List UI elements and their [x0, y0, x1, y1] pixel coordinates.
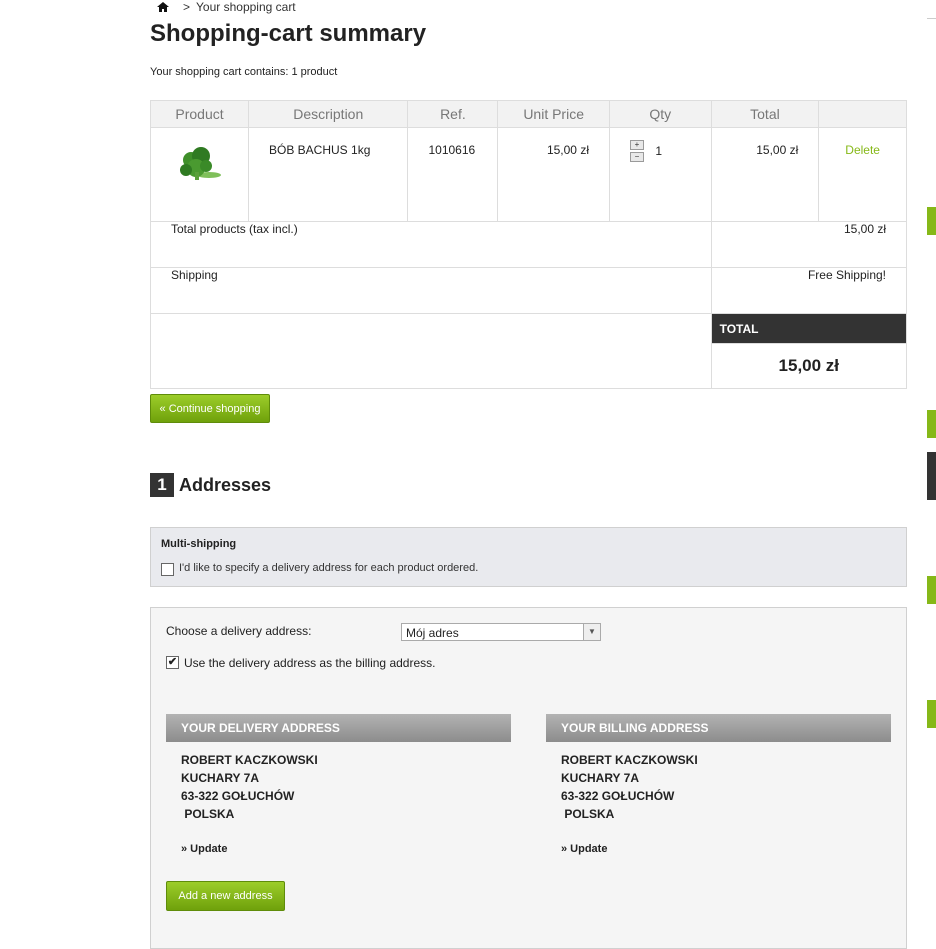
- billing-address-line: ROBERT KACZKOWSKI: [561, 753, 698, 767]
- address-box: Choose a delivery address: Mój adres ▼ ✔…: [150, 607, 907, 949]
- product-total: 15,00 zł: [710, 127, 820, 222]
- step-number-badge: 1: [150, 473, 174, 497]
- sidebar-green-block[interactable]: [927, 700, 936, 728]
- continue-shopping-button[interactable]: « Continue shopping: [150, 394, 270, 423]
- column-header-ref: Ref.: [407, 100, 499, 128]
- column-header-description: Description: [247, 100, 409, 128]
- column-header-unit-price: Unit Price: [497, 100, 610, 128]
- delivery-address-line: POLSKA: [181, 807, 235, 821]
- cart-count-text: Your shopping cart contains: 1 product: [150, 66, 338, 78]
- quantity-stepper: + − 1: [608, 127, 712, 222]
- delete-link[interactable]: Delete: [818, 127, 907, 222]
- table-row: BÓB BACHUS 1kg 1010616 15,00 zł + − 1 15…: [150, 127, 907, 222]
- breadcrumb: > Your shopping cart: [157, 0, 296, 14]
- column-header-product: Product: [150, 100, 249, 128]
- multi-shipping-label[interactable]: I'd like to specify a delivery address f…: [179, 562, 478, 574]
- qty-value: 1: [655, 144, 663, 158]
- delivery-address-heading: YOUR DELIVERY ADDRESS: [166, 714, 511, 742]
- total-products-label: Total products (tax incl.): [150, 221, 712, 268]
- delivery-address-line: KUCHARY 7A: [181, 771, 260, 785]
- total-products-value: 15,00 zł: [710, 221, 908, 268]
- multi-shipping-title: Multi-shipping: [161, 538, 237, 550]
- breadcrumb-current: Your shopping cart: [196, 0, 296, 14]
- delivery-address-line: 63-322 GOŁUCHÓW: [181, 789, 295, 803]
- column-header-total: Total: [710, 100, 820, 128]
- table-header-row: Product Description Ref. Unit Price Qty …: [150, 100, 907, 128]
- billing-address-line: 63-322 GOŁUCHÓW: [561, 789, 675, 803]
- total-spacer: [150, 313, 712, 389]
- shipping-row: Shipping Free Shipping!: [150, 267, 908, 314]
- cart-table: Product Description Ref. Unit Price Qty …: [150, 100, 908, 389]
- product-description[interactable]: BÓB BACHUS 1kg: [247, 127, 409, 222]
- page-title: Shopping-cart summary: [150, 20, 427, 47]
- product-unit-price: 15,00 zł: [497, 127, 610, 222]
- billing-address-line: KUCHARY 7A: [561, 771, 640, 785]
- choose-address-label: Choose a delivery address:: [166, 624, 312, 638]
- sidebar-green-block[interactable]: [927, 410, 936, 438]
- multi-shipping-checkbox[interactable]: [161, 563, 174, 576]
- selected-address-value: Mój adres: [406, 626, 459, 640]
- billing-address-heading: YOUR BILLING ADDRESS: [546, 714, 891, 742]
- sidebar-dark-block: [927, 452, 936, 500]
- product-image-cell: [150, 127, 249, 222]
- sidebar-green-block[interactable]: [927, 576, 936, 604]
- total-value: 15,00 zł: [710, 343, 908, 389]
- multi-shipping-box: Multi-shipping I'd like to specify a del…: [150, 527, 907, 587]
- billing-address-card: YOUR BILLING ADDRESS ROBERT KACZKOWSKI K…: [546, 714, 891, 855]
- same-billing-checkbox[interactable]: ✔: [166, 656, 179, 669]
- chevron-down-icon[interactable]: ▼: [583, 624, 600, 640]
- delivery-address-select[interactable]: Mój adres ▼: [401, 623, 601, 641]
- addresses-title: Addresses: [179, 474, 272, 495]
- same-billing-label[interactable]: Use the delivery address as the billing …: [184, 656, 435, 670]
- total-products-row: Total products (tax incl.) 15,00 zł: [150, 221, 908, 268]
- column-header-qty: Qty: [608, 100, 712, 128]
- billing-address-line: POLSKA: [561, 807, 615, 821]
- sidebar-divider: [927, 18, 936, 19]
- addresses-step-heading: 1 Addresses: [150, 473, 271, 497]
- column-header-actions: [818, 100, 907, 128]
- delivery-address-line: ROBERT KACZKOWSKI: [181, 753, 318, 767]
- qty-decrease-button[interactable]: −: [629, 152, 644, 162]
- delivery-update-link[interactable]: » Update: [181, 843, 511, 855]
- billing-update-link[interactable]: » Update: [561, 843, 891, 855]
- sidebar-green-block[interactable]: [927, 207, 936, 235]
- right-sidebar-edge: [927, 0, 936, 937]
- product-ref: 1010616: [407, 127, 499, 222]
- home-icon[interactable]: [157, 2, 169, 12]
- shipping-label: Shipping: [150, 267, 712, 314]
- qty-increase-button[interactable]: +: [629, 140, 644, 150]
- grand-total-head-row: TOTAL: [150, 313, 908, 389]
- breadcrumb-separator: >: [183, 0, 191, 14]
- total-label: TOTAL: [710, 313, 908, 344]
- delivery-address-card: YOUR DELIVERY ADDRESS ROBERT KACZKOWSKI …: [166, 714, 511, 855]
- shipping-value: Free Shipping!: [710, 267, 908, 314]
- add-new-address-button[interactable]: Add a new address: [166, 881, 285, 911]
- product-thumbnail[interactable]: [151, 128, 248, 206]
